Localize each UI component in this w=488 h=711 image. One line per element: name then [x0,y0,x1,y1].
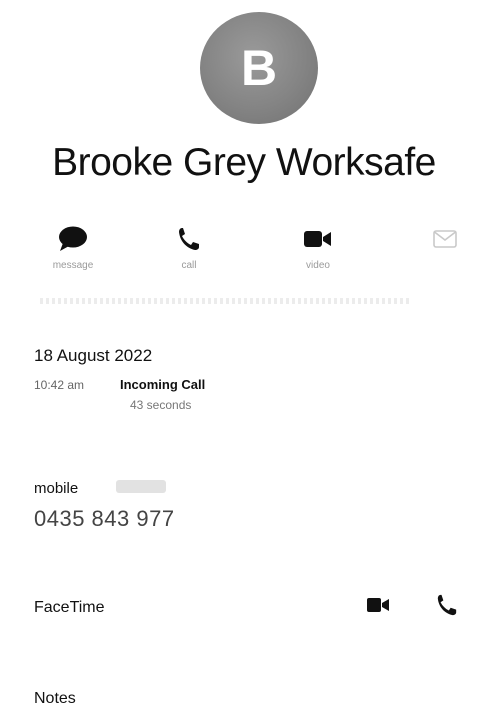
facetime-call-button[interactable] [436,593,458,622]
message-bubble-icon [57,224,89,254]
call-history-time: 10:42 am [34,378,85,392]
message-button[interactable]: message [28,224,118,280]
facetime-video-button[interactable] [366,596,390,619]
phone-badge [116,480,166,493]
call-history-duration: 43 seconds [130,398,192,412]
video-button[interactable]: video [273,224,363,280]
facetime-label: FaceTime [34,599,105,616]
call-label: call [181,260,197,271]
phone-icon [177,224,201,254]
mail-icon [433,224,457,254]
call-history-date: 18 August 2022 [34,346,153,365]
call-history-type: Incoming Call [120,377,206,392]
notes-label: Notes [34,690,76,707]
call-button[interactable]: call [144,224,234,280]
contact-name: Brooke Grey Worksafe [52,141,436,184]
phone-icon [437,594,457,616]
faint-divider [40,298,410,304]
phone-label: mobile [34,480,79,497]
avatar-initial: B [240,40,278,96]
phone-number[interactable]: 0435 843 977 [34,506,175,532]
action-bar: message call video [0,224,488,284]
video-camera-icon [303,224,333,254]
video-camera-icon [367,598,389,612]
contact-avatar: B [200,12,318,124]
message-label: message [52,260,94,271]
video-label: video [306,260,330,271]
mail-button[interactable] [400,224,488,280]
